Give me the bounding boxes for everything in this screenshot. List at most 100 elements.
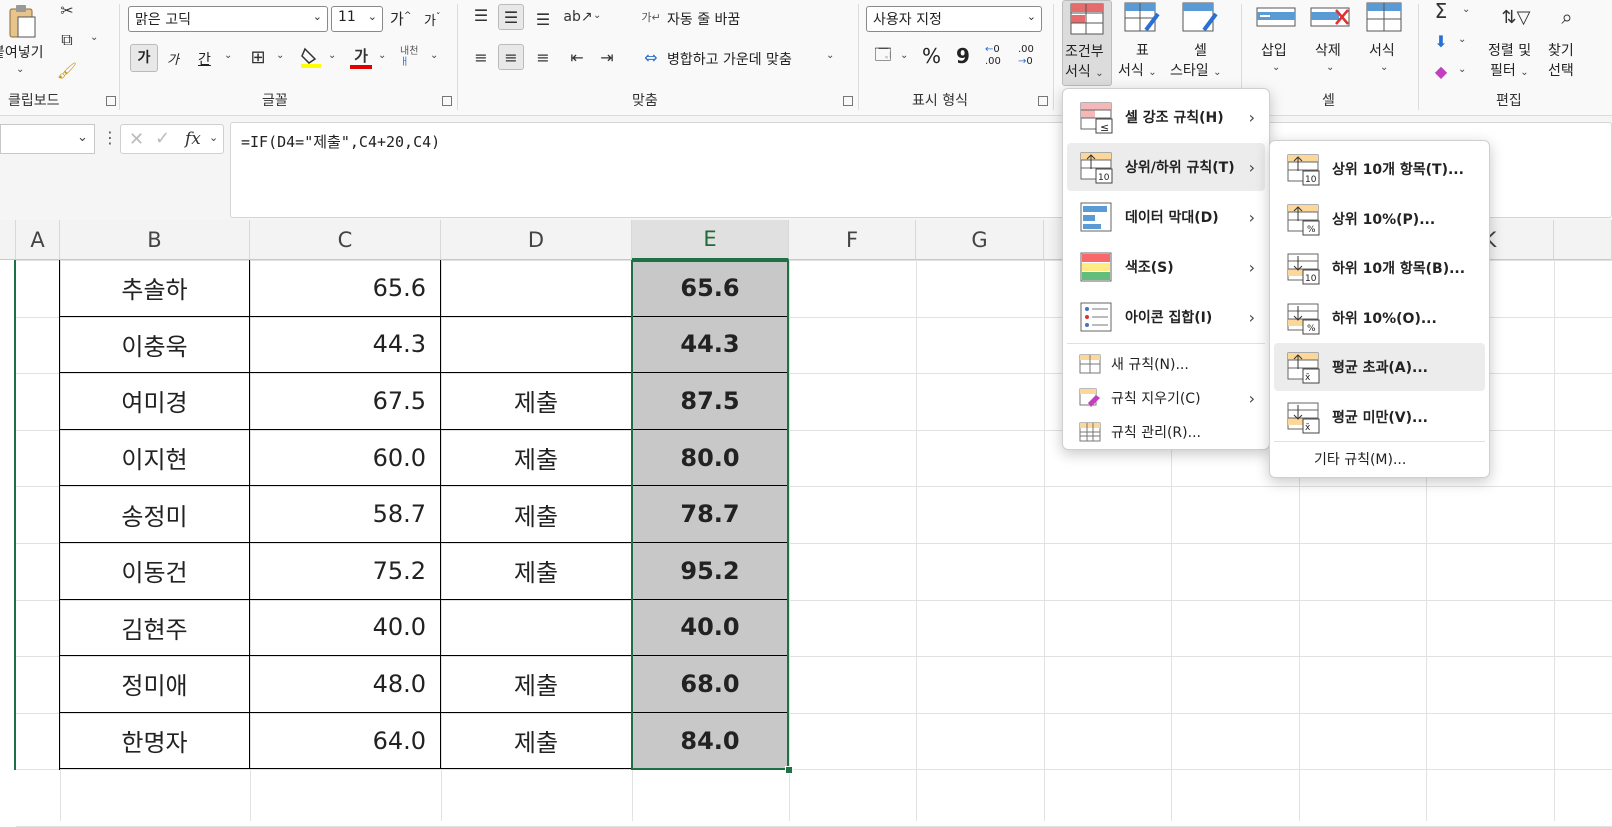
- cell-submit[interactable]: 제출: [441, 712, 632, 770]
- cell-submit[interactable]: [441, 260, 632, 317]
- autosum-icon[interactable]: Σ: [1430, 0, 1452, 23]
- cell-submit[interactable]: 제출: [441, 543, 632, 600]
- sort-filter-button[interactable]: ⇅▽ 정렬 및 필터 ⌄: [1488, 0, 1548, 86]
- fill-icon[interactable]: ⬇: [1430, 30, 1452, 52]
- wrap-text-icon[interactable]: 가↵: [640, 6, 662, 28]
- format-painter-icon[interactable]: 🖌: [56, 60, 78, 80]
- alignment-launcher-icon[interactable]: [843, 96, 853, 106]
- cell-submit[interactable]: 제출: [441, 429, 632, 487]
- cell-name[interactable]: 정미애: [60, 656, 250, 713]
- cell-name[interactable]: 김현주: [60, 599, 250, 657]
- cell-score[interactable]: 65.6: [250, 260, 441, 317]
- menu-item-data-bars[interactable]: 데이터 막대(D) ›: [1067, 193, 1265, 241]
- cell-styles-button[interactable]: 셀 스타일 ⌄: [1170, 0, 1230, 86]
- format-as-table-button[interactable]: 표 서식 ⌄: [1118, 0, 1166, 86]
- font-launcher-icon[interactable]: [442, 96, 452, 106]
- percent-button[interactable]: %: [922, 44, 941, 68]
- menu-item-bottom-10-percent[interactable]: % 하위 10%(O)...: [1274, 294, 1485, 342]
- align-left-icon[interactable]: ≡: [470, 46, 492, 68]
- increase-indent-icon[interactable]: ⇥: [596, 46, 618, 68]
- merge-dropdown-icon[interactable]: ⌄: [826, 50, 834, 61]
- underline-dropdown-icon[interactable]: ⌄: [224, 50, 232, 61]
- menu-item-highlight-cells[interactable]: ≤ 셀 강조 규칙(H) ›: [1067, 93, 1265, 141]
- menu-item-bottom-10-items[interactable]: 10 하위 10개 항목(B)...: [1274, 244, 1485, 292]
- paste-button[interactable]: 붙여넣기: [0, 42, 44, 62]
- cut-icon[interactable]: ✂: [56, 0, 78, 20]
- clipboard-launcher-icon[interactable]: [106, 96, 116, 106]
- cell-score[interactable]: 64.0: [250, 712, 441, 770]
- cell-name[interactable]: 송정미: [60, 486, 250, 543]
- conditional-formatting-button[interactable]: 조건부 서식 ⌄: [1062, 0, 1112, 86]
- accounting-dropdown-icon[interactable]: ⌄: [900, 50, 908, 61]
- underline-button[interactable]: 간: [198, 49, 211, 69]
- cell-submit[interactable]: [441, 316, 632, 374]
- cell-score[interactable]: 48.0: [250, 656, 441, 713]
- column-header-d[interactable]: D: [441, 220, 632, 260]
- number-launcher-icon[interactable]: [1038, 96, 1048, 106]
- font-name-select[interactable]: 맑은 고딕 ⌄: [128, 6, 328, 32]
- merge-center-button[interactable]: 병합하고 가운데 맞춤: [667, 49, 792, 69]
- fill-dropdown-icon[interactable]: ⌄: [328, 50, 336, 61]
- column-header-b[interactable]: B: [60, 220, 250, 260]
- column-header-g[interactable]: G: [916, 220, 1044, 260]
- delete-button[interactable]: 삭제 ⌄: [1306, 0, 1354, 86]
- fill-color-icon[interactable]: [298, 44, 324, 70]
- increase-decimal-button[interactable]: ←0.00: [985, 44, 1001, 68]
- menu-item-manage-rules[interactable]: 규칙 관리(R)...: [1067, 415, 1265, 449]
- menu-item-top-bottom[interactable]: 10 상위/하위 규칙(T) ›: [1067, 143, 1265, 191]
- cell-score[interactable]: 60.0: [250, 429, 441, 487]
- menu-item-color-scales[interactable]: 색조(S) ›: [1067, 243, 1265, 291]
- column-header-a[interactable]: A: [16, 220, 60, 260]
- menu-item-above-average[interactable]: x̄ 평균 초과(A)...: [1274, 343, 1485, 392]
- find-select-button[interactable]: ⌕ 찾기 선택: [1548, 0, 1612, 86]
- fill-handle[interactable]: [785, 766, 793, 774]
- clear-icon[interactable]: ◆: [1430, 60, 1452, 82]
- cell-name[interactable]: 여미경: [60, 373, 250, 430]
- borders-dropdown-icon[interactable]: ⌄: [276, 50, 284, 61]
- orientation-dropdown-icon[interactable]: ⌄: [593, 10, 601, 21]
- align-bottom-icon[interactable]: ☰: [532, 8, 554, 30]
- font-size-select[interactable]: 11 ⌄: [331, 6, 383, 32]
- align-top-icon[interactable]: ☰: [470, 4, 492, 26]
- accounting-format-icon[interactable]: 🗔: [870, 45, 896, 68]
- cell-score[interactable]: 58.7: [250, 486, 441, 543]
- font-color-dropdown-icon[interactable]: ⌄: [378, 50, 386, 61]
- cell-score[interactable]: 67.5: [250, 373, 441, 430]
- cell-submit[interactable]: 제출: [441, 373, 632, 430]
- italic-button[interactable]: 가: [167, 49, 179, 68]
- align-middle-button[interactable]: ☰: [498, 4, 524, 30]
- cell-name[interactable]: 이동건: [60, 543, 250, 600]
- name-box[interactable]: ⌄: [0, 124, 95, 154]
- enter-icon[interactable]: ✓: [155, 128, 170, 149]
- bold-button[interactable]: 가: [130, 44, 158, 72]
- cell-name[interactable]: 한명자: [60, 712, 250, 770]
- autosum-dropdown-icon[interactable]: ⌄: [1462, 4, 1470, 15]
- grow-font-button[interactable]: 가^: [390, 8, 411, 29]
- decrease-indent-icon[interactable]: ⇤: [566, 46, 588, 68]
- align-center-button[interactable]: ≡: [498, 44, 524, 70]
- column-header-e[interactable]: E: [632, 220, 789, 260]
- cell-score[interactable]: 40.0: [250, 599, 441, 657]
- phonetic-dropdown-icon[interactable]: ⌄: [430, 50, 438, 61]
- cell-name[interactable]: 이충욱: [60, 316, 250, 374]
- menu-item-clear-rules[interactable]: 규칙 지우기(C) ›: [1067, 381, 1265, 415]
- column-header-l[interactable]: [1554, 220, 1612, 260]
- wrap-text-button[interactable]: 자동 줄 바꿈: [667, 9, 740, 29]
- paste-icon[interactable]: [4, 2, 40, 40]
- insert-function-icon[interactable]: fx: [185, 129, 201, 149]
- cell-score[interactable]: 75.2: [250, 543, 441, 600]
- number-format-select[interactable]: 사용자 지정 ⌄: [866, 6, 1042, 32]
- menu-item-below-average[interactable]: x̄ 평균 미만(V)...: [1274, 393, 1485, 441]
- orientation-icon[interactable]: ab↗: [563, 6, 592, 28]
- cell-name[interactable]: 추솔하: [60, 260, 250, 317]
- cell-submit[interactable]: 제출: [441, 486, 632, 543]
- decrease-decimal-button[interactable]: .00 →0: [1018, 44, 1034, 68]
- fill-dropdown-icon[interactable]: ⌄: [1458, 34, 1466, 45]
- copy-dropdown-icon[interactable]: ⌄: [90, 32, 98, 43]
- cell-name[interactable]: 이지현: [60, 429, 250, 487]
- cell-score[interactable]: 44.3: [250, 316, 441, 374]
- format-cells-button[interactable]: 서식 ⌄: [1360, 0, 1408, 86]
- paste-dropdown-icon[interactable]: ⌄: [16, 64, 24, 75]
- phonetic-button[interactable]: 내천 ㅐ: [400, 46, 418, 68]
- insert-button[interactable]: 삽입 ⌄: [1252, 0, 1300, 86]
